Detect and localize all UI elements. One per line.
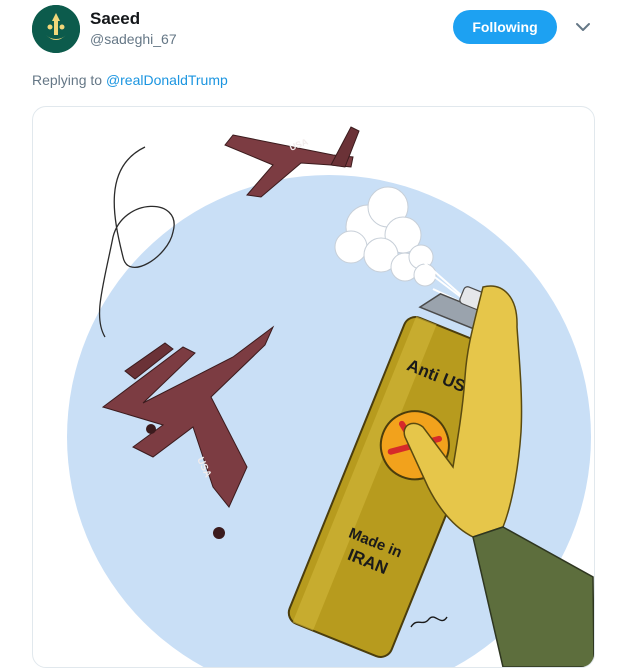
replying-to: Replying to @realDonaldTrump: [32, 72, 228, 88]
tweet-media[interactable]: USA USA Anti USA Made in IRAN: [32, 106, 595, 668]
mention-link[interactable]: @realDonaldTrump: [106, 72, 228, 88]
cartoon-image: USA USA Anti USA Made in IRAN: [67, 126, 594, 667]
avatar-logo-icon: [32, 5, 80, 53]
tweet-header: Saeed @sadeghi_67 Following: [0, 0, 627, 60]
avatar[interactable]: [32, 5, 80, 53]
author-handle[interactable]: @sadeghi_67: [90, 31, 177, 47]
author-name[interactable]: Saeed: [90, 9, 140, 29]
following-button[interactable]: Following: [453, 10, 557, 44]
replying-to-label: Replying to: [32, 72, 103, 88]
chevron-down-icon[interactable]: [574, 18, 592, 36]
